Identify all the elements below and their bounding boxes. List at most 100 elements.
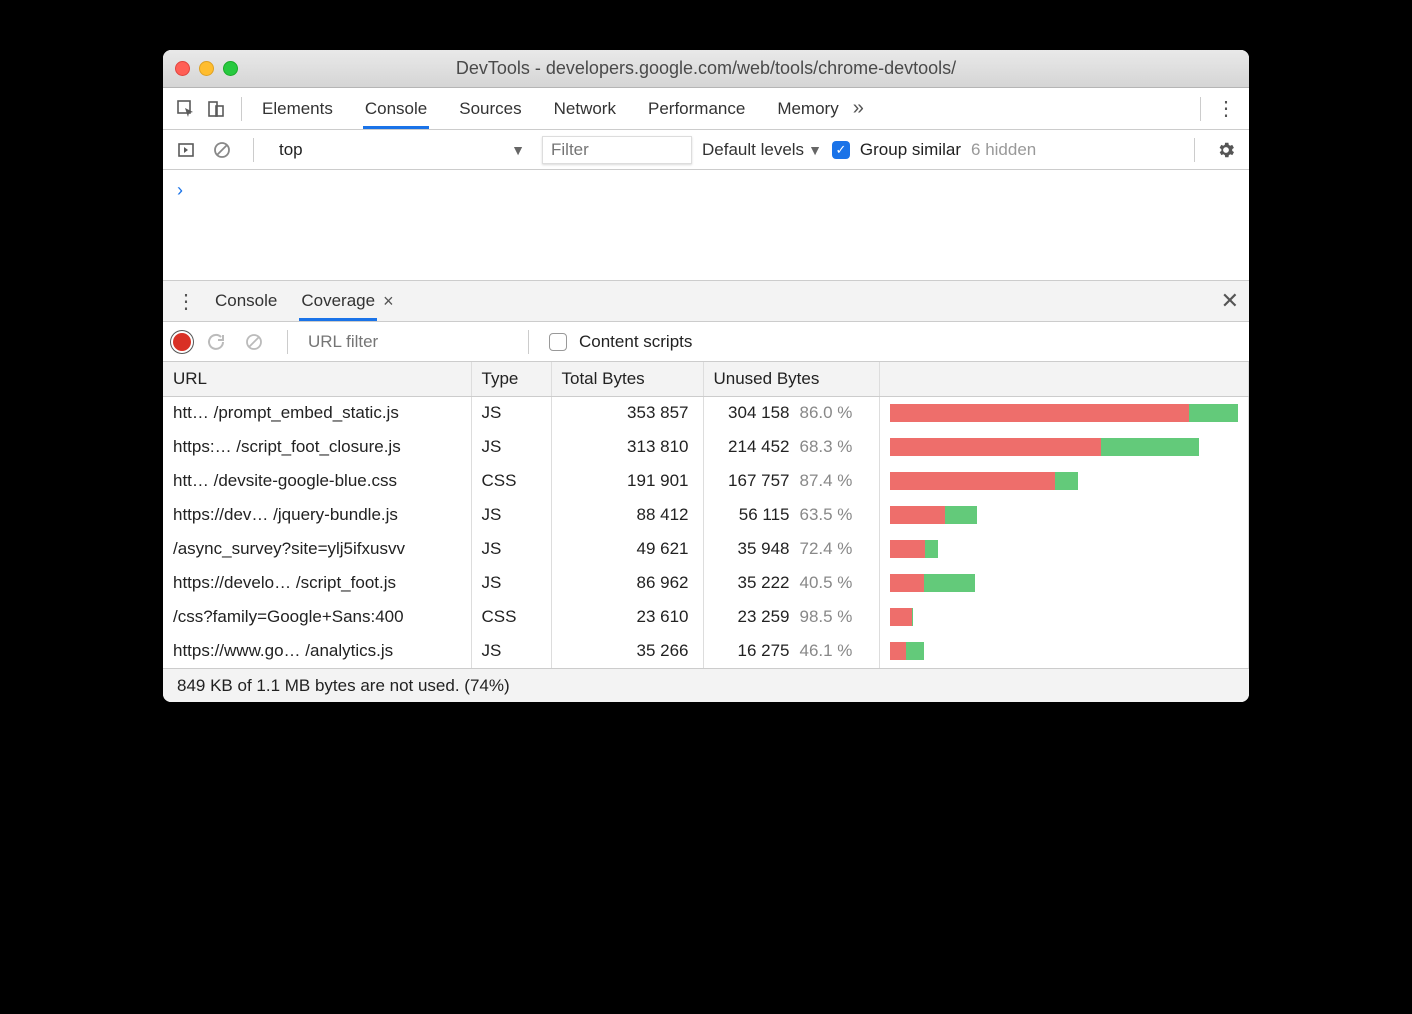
cell-total: 35 266 (551, 634, 703, 668)
drawer-kebab-icon[interactable]: ⋮ (173, 288, 199, 314)
titlebar: DevTools - developers.google.com/web/too… (163, 50, 1249, 88)
coverage-statusbar: 849 KB of 1.1 MB bytes are not used. (74… (163, 668, 1249, 702)
chevron-down-icon: ▼ (511, 142, 525, 158)
window-controls (175, 61, 238, 76)
divider (528, 330, 529, 354)
table-row[interactable]: https:… /script_foot_closure.jsJS313 810… (163, 430, 1249, 464)
console-toolbar: top ▼ Default levels ▼ ✓ Group similar 6… (163, 130, 1249, 170)
tab-sources[interactable]: Sources (457, 89, 523, 129)
cell-url: https:… /script_foot_closure.js (163, 430, 471, 464)
table-row[interactable]: /css?family=Google+Sans:400CSS23 61023 2… (163, 600, 1249, 634)
window-title: DevTools - developers.google.com/web/too… (175, 58, 1237, 79)
cell-type: CSS (471, 600, 551, 634)
cell-visualization (879, 600, 1249, 634)
divider (1200, 97, 1201, 121)
more-tabs-button[interactable]: » (853, 97, 864, 120)
execution-context-icon[interactable] (173, 137, 199, 163)
cell-visualization (879, 464, 1249, 498)
clear-console-icon[interactable] (209, 137, 235, 163)
tab-console[interactable]: Console (363, 89, 429, 129)
hidden-count[interactable]: 6 hidden (971, 140, 1036, 160)
cell-total: 23 610 (551, 600, 703, 634)
coverage-table: URL Type Total Bytes Unused Bytes htt… /… (163, 362, 1249, 668)
col-unused[interactable]: Unused Bytes (703, 362, 879, 396)
cell-visualization (879, 566, 1249, 600)
cell-visualization (879, 430, 1249, 464)
close-window-button[interactable] (175, 61, 190, 76)
devtools-window: DevTools - developers.google.com/web/too… (163, 50, 1249, 702)
zoom-window-button[interactable] (223, 61, 238, 76)
cell-type: JS (471, 634, 551, 668)
divider (241, 97, 242, 121)
cell-unused: 35 94872.4 % (703, 532, 879, 566)
col-type[interactable]: Type (471, 362, 551, 396)
table-row[interactable]: https://develo… /script_foot.jsJS86 9623… (163, 566, 1249, 600)
cell-visualization (879, 396, 1249, 430)
device-toolbar-icon[interactable] (203, 96, 229, 122)
cell-url: /css?family=Google+Sans:400 (163, 600, 471, 634)
tab-network[interactable]: Network (552, 89, 618, 129)
cell-total: 86 962 (551, 566, 703, 600)
record-button[interactable] (173, 333, 191, 351)
console-filter-input[interactable] (542, 136, 692, 164)
group-similar-checkbox[interactable]: ✓ (832, 141, 850, 159)
drawer-tabs-row: ⋮ Console Coverage × ✕ (163, 280, 1249, 322)
cell-unused: 35 22240.5 % (703, 566, 879, 600)
cell-unused: 304 15886.0 % (703, 396, 879, 430)
cell-url: https://develo… /script_foot.js (163, 566, 471, 600)
cell-type: JS (471, 498, 551, 532)
chevron-down-icon: ▼ (808, 142, 822, 158)
group-similar-label: Group similar (860, 140, 961, 160)
drawer-tab-coverage[interactable]: Coverage (299, 281, 377, 321)
cell-visualization (879, 532, 1249, 566)
close-tab-icon[interactable]: × (383, 291, 394, 312)
settings-kebab-icon[interactable]: ⋮ (1213, 96, 1239, 122)
divider (1194, 138, 1195, 162)
col-total[interactable]: Total Bytes (551, 362, 703, 396)
status-text: 849 KB of 1.1 MB bytes are not used. (74… (177, 676, 510, 696)
drawer-tab-console[interactable]: Console (213, 281, 279, 321)
table-row[interactable]: /async_survey?site=ylj5ifxusvvJS49 62135… (163, 532, 1249, 566)
divider (287, 330, 288, 354)
cell-total: 49 621 (551, 532, 703, 566)
context-value: top (279, 140, 303, 160)
cell-unused: 16 27546.1 % (703, 634, 879, 668)
cell-total: 313 810 (551, 430, 703, 464)
content-scripts-checkbox[interactable] (549, 333, 567, 351)
minimize-window-button[interactable] (199, 61, 214, 76)
cell-unused: 23 25998.5 % (703, 600, 879, 634)
console-body[interactable]: › (163, 170, 1249, 280)
table-row[interactable]: htt… /prompt_embed_static.jsJS353 857304… (163, 396, 1249, 430)
cell-type: JS (471, 566, 551, 600)
cell-unused: 56 11563.5 % (703, 498, 879, 532)
col-visualization (879, 362, 1249, 396)
inspect-element-icon[interactable] (173, 96, 199, 122)
content-scripts-label: Content scripts (579, 332, 692, 352)
url-filter-input[interactable] (308, 328, 508, 356)
main-tabs-row: Elements Console Sources Network Performance… (163, 88, 1249, 130)
cell-total: 353 857 (551, 396, 703, 430)
clear-icon[interactable] (241, 329, 267, 355)
table-row[interactable]: https://dev… /jquery-bundle.jsJS88 41256… (163, 498, 1249, 532)
table-row[interactable]: htt… /devsite-google-blue.cssCSS191 9011… (163, 464, 1249, 498)
console-prompt: › (177, 180, 183, 200)
table-header-row: URL Type Total Bytes Unused Bytes (163, 362, 1249, 396)
col-url[interactable]: URL (163, 362, 471, 396)
console-settings-icon[interactable] (1213, 137, 1239, 163)
tab-memory[interactable]: Memory (775, 89, 840, 129)
cell-type: CSS (471, 464, 551, 498)
cell-visualization (879, 634, 1249, 668)
context-selector[interactable]: top ▼ (272, 136, 532, 164)
cell-type: JS (471, 396, 551, 430)
reload-icon[interactable] (203, 329, 229, 355)
tab-elements[interactable]: Elements (260, 89, 335, 129)
log-levels-selector[interactable]: Default levels ▼ (702, 140, 822, 160)
cell-url: https://dev… /jquery-bundle.js (163, 498, 471, 532)
cell-type: JS (471, 532, 551, 566)
cell-url: htt… /prompt_embed_static.js (163, 396, 471, 430)
close-drawer-button[interactable]: ✕ (1221, 288, 1239, 314)
cell-visualization (879, 498, 1249, 532)
table-row[interactable]: https://www.go… /analytics.jsJS35 26616 … (163, 634, 1249, 668)
cell-url: /async_survey?site=ylj5ifxusvv (163, 532, 471, 566)
tab-performance[interactable]: Performance (646, 89, 747, 129)
